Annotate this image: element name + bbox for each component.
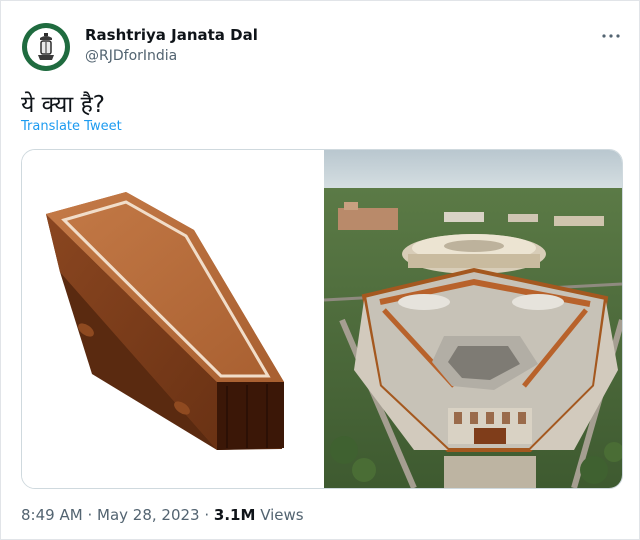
tweet-card: Rashtriya Janata Dal @RJDforIndia ये क्य… [0,0,640,540]
avatar[interactable] [22,23,70,71]
lantern-logo-icon [27,28,65,66]
tweet-media[interactable] [21,149,623,489]
meta-separator: · [204,506,210,524]
author-name[interactable]: Rashtriya Janata Dal [85,26,258,44]
tweet-date[interactable]: May 28, 2023 [97,506,200,524]
tweet-meta: 8:49 AM · May 28, 2023 · 3.1M Views [21,506,304,524]
coffin-image[interactable] [22,150,323,488]
tweet-text: ये क्या है? [21,92,105,118]
author-handle[interactable]: @RJDforIndia [85,48,177,64]
parliament-photo[interactable] [323,150,622,488]
views-count[interactable]: 3.1M [214,506,256,524]
tweet-time[interactable]: 8:49 AM [21,506,83,524]
meta-separator: · [87,506,93,524]
views-label: Views [260,506,304,524]
translate-tweet-link[interactable]: Translate Tweet [21,119,122,134]
more-icon[interactable] [597,25,625,47]
